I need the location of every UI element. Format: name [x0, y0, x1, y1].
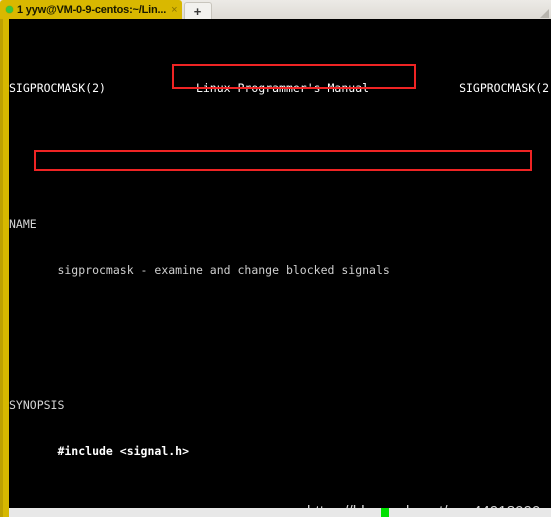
terminal-window: 1 yyw@VM-0-9-centos:~/Lin... × + SIGPROC… [0, 0, 551, 517]
terminal-screen[interactable]: SIGPROCMASK(2) Linux Programmer's Manual… [9, 19, 551, 517]
blank-row [9, 142, 551, 157]
man-header-center: Linux Programmer's Manual [195, 81, 370, 96]
resize-grip-icon[interactable] [540, 9, 549, 18]
tab-title: 1 yyw@VM-0-9-centos:~/Lin... [17, 3, 167, 16]
section-name-title: NAME [9, 217, 37, 232]
man-header-left: SIGPROCMASK(2) [9, 81, 106, 96]
section-name-line: sigprocmask - examine and change blocked… [9, 263, 551, 278]
pager-status-line: Manual page sigprocmask(2) line 1/... (p… [9, 508, 551, 517]
new-tab-button[interactable]: + [183, 2, 212, 19]
blank-row [9, 489, 551, 504]
tab-terminal-1[interactable]: 1 yyw@VM-0-9-centos:~/Lin... × [0, 0, 182, 19]
text-cursor [381, 508, 389, 517]
include-directive: #include <signal.h> [9, 443, 190, 458]
green-dot-icon [6, 6, 13, 13]
name-description: examine and change blocked signals [154, 262, 390, 277]
tab-bar: 1 yyw@VM-0-9-centos:~/Lin... × + [0, 0, 551, 19]
name-symbol: sigprocmask - [9, 262, 155, 277]
terminal-frame: SIGPROCMASK(2) Linux Programmer's Manual… [0, 19, 551, 517]
blank-row [9, 323, 551, 338]
man-page-content: SIGPROCMASK(2) Linux Programmer's Manual… [9, 19, 551, 517]
spacer2 [369, 81, 459, 95]
section-synopsis-title: SYNOPSIS [9, 398, 65, 413]
man-header-right: SIGPROCMASK(2) [459, 81, 551, 96]
close-icon[interactable]: × [171, 4, 177, 16]
synopsis-include: #include <signal.h> [9, 444, 551, 459]
man-header-row: SIGPROCMASK(2) Linux Programmer's Manual… [9, 81, 551, 96]
